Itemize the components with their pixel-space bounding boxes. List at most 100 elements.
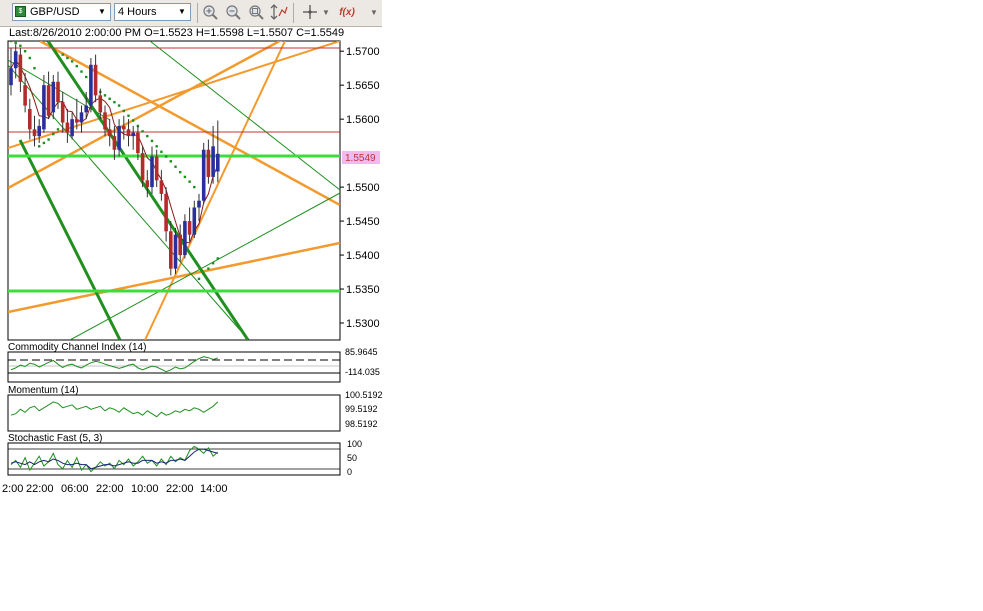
candle-body[interactable]: [122, 125, 126, 130]
candle-body[interactable]: [145, 180, 150, 188]
candle-body[interactable]: [23, 85, 27, 106]
candle-body[interactable]: [154, 156, 159, 181]
candle-body[interactable]: [13, 51, 18, 69]
momentum-tick: 98.5192: [345, 419, 378, 429]
stochastic-panel: Stochastic Fast (5, 3) 100 50 0: [7, 433, 362, 477]
stochastic-tick: 50: [347, 453, 357, 463]
candle-body[interactable]: [211, 146, 215, 177]
stochastic-tick: 100: [347, 439, 362, 449]
candle-body[interactable]: [178, 234, 182, 256]
candle-body[interactable]: [131, 132, 135, 137]
psar-dot: [155, 145, 158, 148]
candle-body[interactable]: [84, 105, 88, 113]
candle-body[interactable]: [164, 193, 168, 232]
psar-dot: [202, 272, 205, 276]
chart-window: $ GBP/USD ▼ 4 Hours ▼ ▼ f(x) ▼ Last:8/26…: [0, 0, 382, 500]
candle-body[interactable]: [46, 85, 51, 116]
candle-body[interactable]: [65, 122, 70, 133]
candle-body[interactable]: [126, 129, 131, 137]
time-label: 22:00: [166, 483, 194, 495]
candle-body[interactable]: [56, 81, 60, 103]
candle-body[interactable]: [98, 95, 103, 113]
candle-body[interactable]: [112, 136, 117, 150]
psar-dot: [56, 128, 60, 131]
candle-body[interactable]: [117, 125, 121, 150]
price-tick-label: 1.5700: [346, 46, 380, 58]
psar-dot: [42, 141, 46, 145]
psar-dot: [113, 100, 116, 104]
chart-area: 1.5700 1.5650 1.5600 1.5500 1.5450 1.5400 1.53…: [2, 40, 382, 495]
candle-body[interactable]: [173, 234, 178, 269]
psar-dot: [197, 277, 201, 281]
psar-dot: [179, 170, 182, 174]
psar-dot: [160, 150, 163, 153]
stochastic-tick: 0: [347, 467, 352, 477]
psar-dot: [14, 41, 17, 45]
candle-body[interactable]: [201, 149, 206, 201]
psar-dot: [132, 119, 135, 122]
candle-body[interactable]: [140, 153, 145, 181]
candle-body[interactable]: [197, 200, 201, 208]
momentum-tick: 99.5192: [345, 404, 378, 414]
psar-dot: [174, 165, 177, 168]
cci-tick: 85.9645: [345, 347, 378, 357]
candle-body[interactable]: [93, 64, 98, 96]
psar-dot: [85, 75, 88, 79]
candle-body[interactable]: [18, 54, 23, 82]
psar-dot: [164, 155, 168, 158]
cci-tick: -114.035: [345, 367, 380, 377]
candle-body[interactable]: [37, 125, 41, 137]
psar-dot: [70, 60, 74, 63]
candle-body[interactable]: [42, 85, 46, 130]
psar-dot: [188, 180, 191, 183]
psar-dot: [141, 130, 144, 133]
psar-dot: [150, 139, 154, 143]
price-tick-label: 1.5350: [346, 284, 380, 296]
candle-body[interactable]: [187, 221, 192, 235]
psar-dot: [19, 44, 22, 47]
candle-body[interactable]: [75, 119, 79, 123]
psar-dot: [216, 257, 219, 260]
candle-body[interactable]: [32, 129, 37, 137]
time-label: 14:00: [200, 483, 228, 495]
candle-body[interactable]: [150, 156, 154, 188]
candle-body[interactable]: [216, 153, 220, 172]
candle-body[interactable]: [70, 119, 74, 137]
candle-body[interactable]: [159, 180, 164, 194]
candle-body[interactable]: [51, 81, 56, 113]
price-tick-label: 1.5600: [346, 114, 380, 126]
psar-dot: [127, 114, 130, 117]
psar-dot: [33, 66, 36, 70]
price-tick-label: 1.5300: [346, 318, 380, 330]
psar-dot: [61, 53, 64, 56]
candle-body[interactable]: [136, 132, 140, 154]
candle-body[interactable]: [9, 68, 13, 86]
candle-body[interactable]: [60, 102, 65, 123]
last-price-label: 1.5549: [345, 153, 376, 164]
time-axis: 2:00 22:00 06:00 22:00 10:00 22:00 14:00: [2, 483, 228, 495]
psar-dot: [211, 262, 215, 265]
candle-body[interactable]: [103, 112, 107, 130]
time-label: 10:00: [131, 483, 159, 495]
price-tick-label: 1.5450: [346, 216, 380, 228]
psar-dot: [23, 49, 27, 53]
candle-body[interactable]: [169, 231, 173, 269]
momentum-panel: Momentum (14) 100.5192 99.5192 98.5192: [7, 385, 382, 432]
price-tick-label: 1.5650: [346, 80, 380, 92]
candle-body[interactable]: [79, 112, 84, 123]
candle-body[interactable]: [183, 221, 187, 256]
psar-dot: [80, 70, 83, 73]
stochastic-title: Stochastic Fast (5, 3): [8, 433, 102, 444]
candle-body[interactable]: [206, 149, 211, 177]
psar-dot: [117, 104, 121, 107]
psar-dot: [52, 132, 55, 136]
psar-dot: [193, 185, 196, 189]
candle-body[interactable]: [28, 108, 32, 130]
psar-dot: [207, 267, 210, 270]
candle-body[interactable]: [192, 207, 197, 235]
candle-body[interactable]: [107, 129, 112, 137]
psar-dot: [9, 41, 13, 43]
psar-dot: [75, 64, 78, 68]
cci-title: Commodity Channel Index (14): [8, 342, 146, 353]
candle-body[interactable]: [89, 64, 93, 106]
